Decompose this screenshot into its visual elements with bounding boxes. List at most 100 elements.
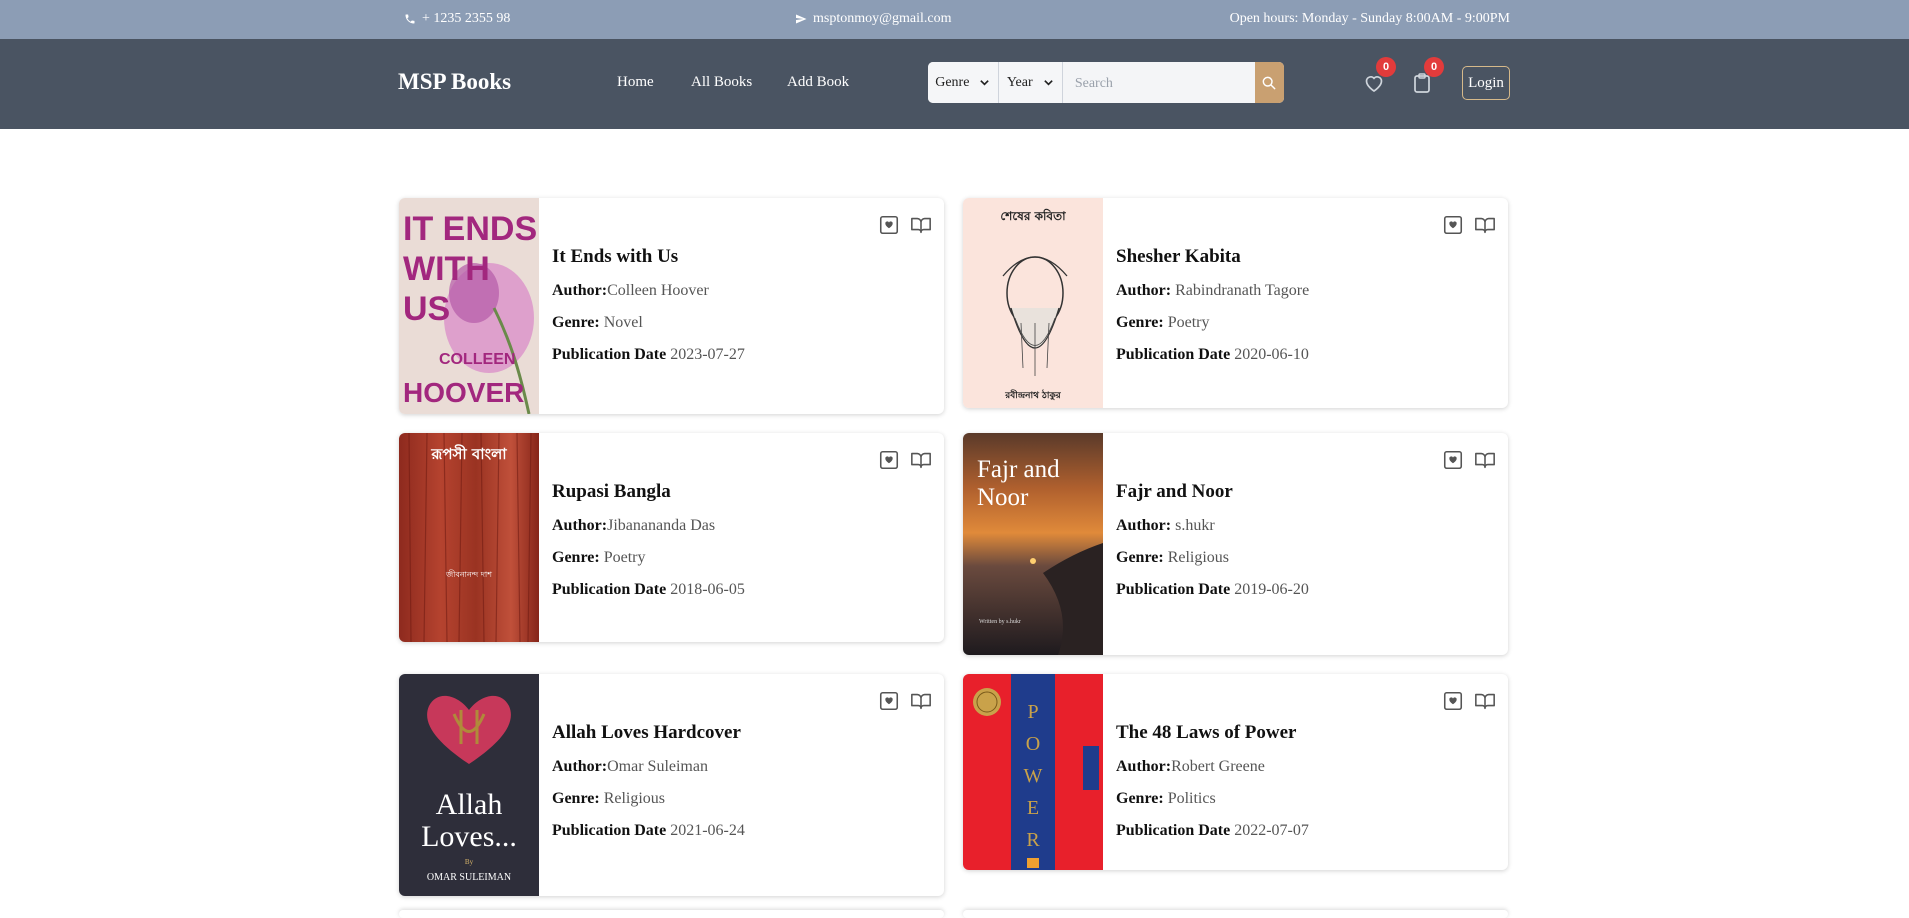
cover-title-line: US — [403, 290, 450, 328]
date-label: Publication Date — [552, 822, 667, 839]
search-input[interactable] — [1062, 62, 1255, 103]
genre-label: Genre: — [552, 314, 600, 331]
bookmark-heart-icon[interactable] — [878, 449, 900, 471]
author-label: Author: — [1116, 758, 1172, 775]
book-card[interactable]: Allah Loves... By OMAR SULEIMAN Allah Lo… — [399, 674, 944, 896]
book-card[interactable]: IT ENDS WITH US COLLEEN HOOVER It Ends w… — [399, 198, 944, 414]
cover-title-line: Loves... — [421, 820, 517, 853]
book-title[interactable]: Shesher Kabita — [1116, 246, 1498, 268]
year-dropdown[interactable]: Year — [998, 62, 1063, 103]
cover-title-text: W — [1024, 765, 1043, 787]
book-cover: IT ENDS WITH US COLLEEN HOOVER — [399, 198, 539, 414]
book-info: Allah Loves Hardcover Author:Omar Suleim… — [552, 722, 934, 854]
login-button[interactable]: Login — [1462, 66, 1510, 100]
cover-title-text: R — [1026, 829, 1040, 851]
date-value: 2021-06-24 — [670, 822, 745, 839]
date-value: 2022-07-07 — [1234, 822, 1309, 839]
book-title[interactable]: It Ends with Us — [552, 246, 934, 268]
book-title[interactable]: Fajr and Noor — [1116, 481, 1498, 503]
cover-author-line: Written by s.hukr — [979, 619, 1021, 625]
genre-value: Religious — [1167, 549, 1230, 566]
book-title[interactable]: Allah Loves Hardcover — [552, 722, 934, 744]
book-info: Fajr and Noor Author: s.hukr Genre: Reli… — [1116, 481, 1498, 613]
phone-info: + 1235 2355 98 — [404, 11, 510, 27]
genre-value: Novel — [603, 314, 643, 331]
author-value: s.hukr — [1175, 517, 1215, 534]
genre-value: Poetry — [603, 549, 646, 566]
email-address: msptonmoy@gmail.com — [813, 11, 952, 26]
search-bar: Genre Year — [928, 62, 1284, 103]
book-info: Rupasi Bangla Author:Jibanananda Das Gen… — [552, 481, 934, 613]
bookmark-heart-icon[interactable] — [878, 214, 900, 236]
book-card[interactable]: রূপসী বাংলা জীবনানন্দ দাশ Rupasi Bangla … — [399, 433, 944, 642]
book-cover-image: Allah Loves... By OMAR SULEIMAN — [399, 674, 539, 896]
open-book-icon[interactable] — [910, 449, 932, 471]
book-author: Author: s.hukr — [1116, 517, 1498, 535]
cover-title-line: Fajr and — [977, 456, 1060, 483]
book-card[interactable]: শেষের কবিতা রবীন্দ্রনাথ ঠাকুর Shesher Ka… — [963, 198, 1508, 408]
genre-dropdown[interactable]: Genre — [928, 62, 999, 103]
book-title[interactable]: Rupasi Bangla — [552, 481, 934, 503]
cover-author-line: COLLEEN — [439, 351, 515, 368]
card-actions — [1442, 690, 1496, 712]
bookmark-heart-icon[interactable] — [878, 690, 900, 712]
date-value: 2018-06-05 — [670, 581, 745, 598]
book-cover: শেষের কবিতা রবীন্দ্রনাথ ঠাকুর — [963, 198, 1103, 408]
author-value: Jibanananda Das — [607, 517, 716, 534]
book-cover-image: P O W E R — [963, 674, 1103, 870]
open-book-icon[interactable] — [910, 690, 932, 712]
chevron-down-icon — [1043, 80, 1053, 86]
open-book-icon[interactable] — [1474, 690, 1496, 712]
phone-icon — [405, 14, 415, 24]
open-hours-text: Open hours: Monday - Sunday 8:00AM - 9:0… — [1229, 11, 1510, 26]
book-card-partial — [963, 910, 1508, 918]
cover-author-line: HOOVER — [403, 377, 524, 408]
book-cover: Fajr and Noor Written by s.hukr — [963, 433, 1103, 655]
wishlist-button[interactable]: 0 — [1356, 57, 1396, 101]
book-genre: Genre: Religious — [552, 790, 934, 808]
book-title[interactable]: The 48 Laws of Power — [1116, 722, 1498, 744]
book-author: Author: Rabindranath Tagore — [1116, 282, 1498, 300]
bookmark-heart-icon[interactable] — [1442, 690, 1464, 712]
cover-by-line: By — [465, 858, 474, 866]
card-actions — [878, 214, 932, 236]
genre-value: Politics — [1167, 790, 1216, 807]
open-book-icon[interactable] — [910, 214, 932, 236]
date-value: 2019-06-20 — [1234, 581, 1309, 598]
cart-button[interactable]: 0 — [1404, 57, 1444, 101]
search-button[interactable] — [1254, 62, 1284, 103]
book-date: Publication Date 2021-06-24 — [552, 822, 934, 840]
search-icon — [1263, 76, 1276, 89]
cover-title-line: শেষের কবিতা — [1000, 208, 1066, 223]
nav-link-add-book[interactable]: Add Book — [787, 74, 849, 91]
book-author: Author:Colleen Hoover — [552, 282, 934, 300]
bookmark-heart-icon[interactable] — [1442, 449, 1464, 471]
card-actions — [878, 449, 932, 471]
book-card[interactable]: Fajr and Noor Written by s.hukr Fajr and… — [963, 433, 1508, 655]
nav-link-all-books[interactable]: All Books — [691, 74, 752, 91]
book-cover: Allah Loves... By OMAR SULEIMAN — [399, 674, 539, 896]
nav-link-home[interactable]: Home — [617, 74, 654, 91]
card-actions — [878, 690, 932, 712]
brand-logo[interactable]: MSP Books — [398, 69, 511, 95]
genre-value: Poetry — [1167, 314, 1210, 331]
main-navbar: MSP Books Home All Books Add Book Genre … — [0, 39, 1909, 129]
date-label: Publication Date — [552, 581, 667, 598]
open-book-icon[interactable] — [1474, 214, 1496, 236]
email-info: msptonmoy@gmail.com — [795, 11, 952, 27]
bookmark-heart-icon[interactable] — [1442, 214, 1464, 236]
author-label: Author: — [1116, 282, 1172, 299]
book-date: Publication Date 2023-07-27 — [552, 346, 934, 364]
chevron-down-icon — [980, 80, 990, 86]
open-hours: Open hours: Monday - Sunday 8:00AM - 9:0… — [1230, 11, 1510, 27]
book-card[interactable]: P O W E R The 48 Laws of Power Author:Ro… — [963, 674, 1508, 870]
date-label: Publication Date — [552, 346, 667, 363]
cover-title-line: WITH — [403, 250, 490, 288]
author-label: Author: — [552, 758, 608, 775]
date-label: Publication Date — [1116, 581, 1231, 598]
cover-author-line: OMAR SULEIMAN — [427, 872, 511, 883]
author-label: Author: — [552, 517, 608, 534]
author-value: Omar Suleiman — [607, 758, 708, 775]
book-genre: Genre: Poetry — [1116, 314, 1498, 332]
open-book-icon[interactable] — [1474, 449, 1496, 471]
